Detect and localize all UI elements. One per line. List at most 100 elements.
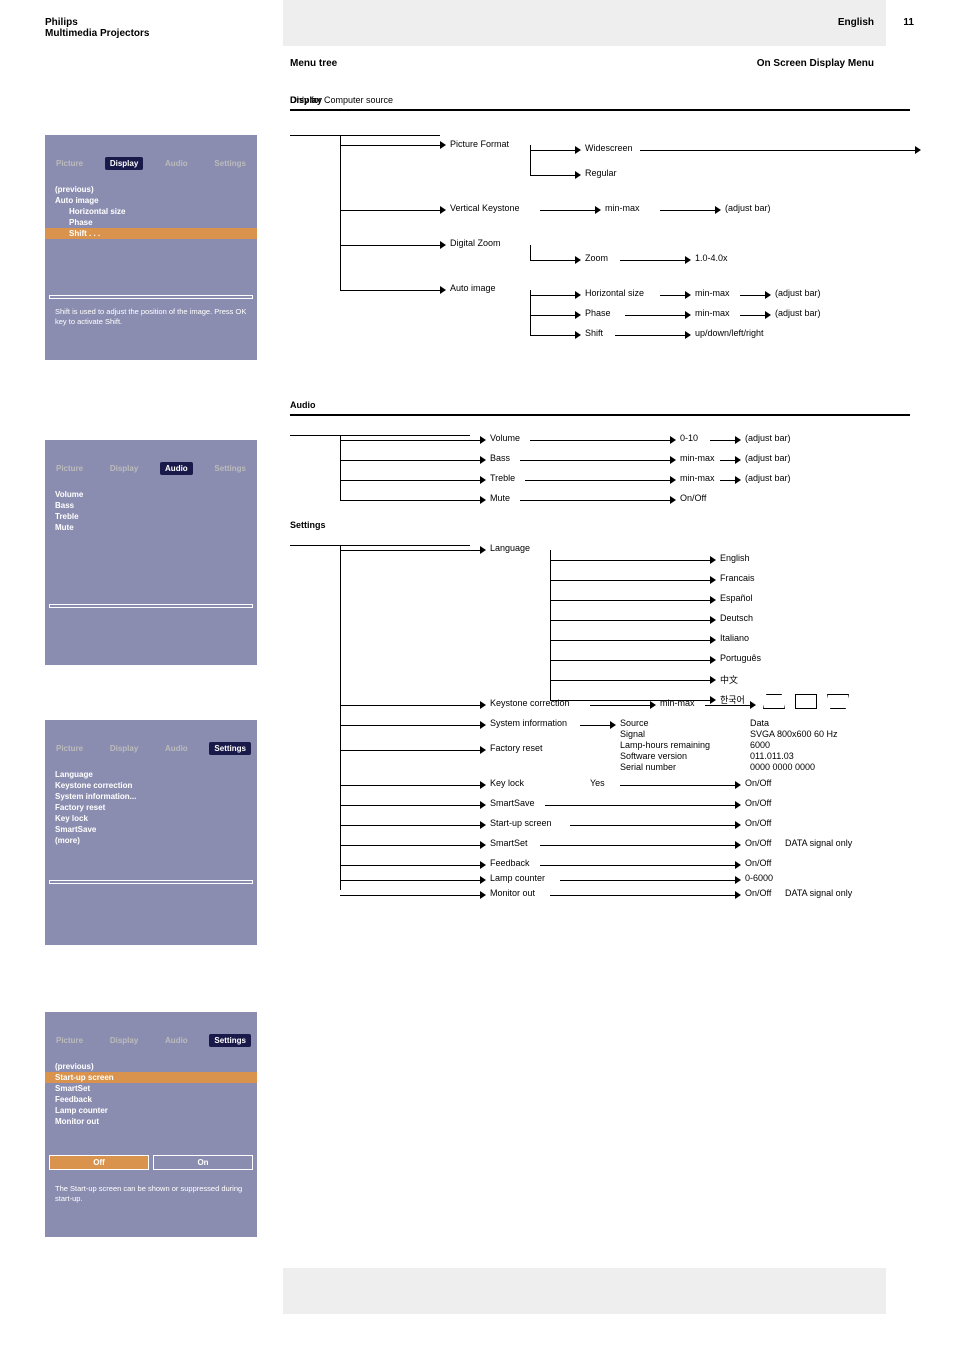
tree-option: Horizontal size bbox=[585, 288, 644, 298]
osd-option-row: Off On bbox=[45, 1155, 257, 1170]
osd-item[interactable]: Keystone correction bbox=[55, 780, 247, 791]
osd-item[interactable]: (more) bbox=[55, 835, 247, 846]
osd-item[interactable]: Factory reset bbox=[55, 802, 247, 813]
tree-option: (adjust bar) bbox=[775, 308, 821, 318]
tree-item: Volume bbox=[490, 433, 520, 443]
tree-item: Monitor out bbox=[490, 888, 535, 898]
section-title-right: On Screen Display Menu bbox=[757, 58, 874, 69]
page-number: 11 bbox=[903, 17, 914, 28]
tab-display[interactable]: Display bbox=[105, 742, 143, 755]
osd-item[interactable]: Phase bbox=[55, 217, 247, 228]
connector bbox=[290, 545, 470, 546]
tab-display[interactable]: Display bbox=[105, 462, 143, 475]
arrow-icon bbox=[670, 436, 676, 444]
osd-item[interactable]: Key lock bbox=[55, 813, 247, 824]
arrow-icon bbox=[480, 496, 486, 504]
osd-preview-settings1: Picture Display Audio Settings Language … bbox=[45, 720, 257, 945]
connector bbox=[340, 705, 480, 706]
option-off[interactable]: Off bbox=[49, 1155, 149, 1170]
tab-picture[interactable]: Picture bbox=[51, 1034, 88, 1047]
tab-display[interactable]: Display bbox=[105, 157, 143, 170]
osd-tab-row: Picture Display Audio Settings bbox=[45, 720, 257, 761]
connector bbox=[540, 845, 735, 846]
tab-audio[interactable]: Audio bbox=[160, 1034, 193, 1047]
connector bbox=[620, 260, 685, 261]
connector bbox=[340, 245, 440, 246]
osd-item[interactable]: SmartSave bbox=[55, 824, 247, 835]
arrow-icon bbox=[610, 721, 616, 729]
osd-item[interactable]: Lamp counter bbox=[55, 1105, 247, 1116]
arrow-icon bbox=[735, 801, 741, 809]
arrow-icon bbox=[440, 206, 446, 214]
connector bbox=[530, 260, 575, 261]
osd-item[interactable]: (previous) bbox=[55, 1061, 247, 1072]
osd-item[interactable]: Treble bbox=[55, 511, 247, 522]
tree-value: 0-6000 bbox=[745, 873, 773, 883]
arrow-icon bbox=[670, 476, 676, 484]
tree-value: On/Off bbox=[745, 888, 771, 898]
osd-item[interactable]: Volume bbox=[55, 489, 247, 500]
tree-value: On/Off bbox=[745, 778, 771, 788]
osd-item[interactable]: Language bbox=[55, 769, 247, 780]
osd-item-selected[interactable]: Shift . . . bbox=[45, 228, 257, 239]
connector bbox=[590, 705, 650, 706]
osd-item[interactable]: (previous) bbox=[55, 184, 247, 195]
tab-settings[interactable]: Settings bbox=[209, 157, 251, 170]
connector bbox=[550, 580, 710, 581]
option-on[interactable]: On bbox=[153, 1155, 253, 1170]
connector bbox=[520, 500, 670, 501]
connector bbox=[340, 135, 341, 290]
tab-audio[interactable]: Audio bbox=[160, 742, 193, 755]
osd-item-selected[interactable]: Start-up screen bbox=[45, 1072, 257, 1083]
tab-picture[interactable]: Picture bbox=[51, 742, 88, 755]
connector bbox=[550, 560, 710, 561]
tree-value: min-max bbox=[680, 473, 715, 483]
arrow-icon bbox=[480, 721, 486, 729]
connector bbox=[340, 895, 480, 896]
connector bbox=[340, 545, 341, 890]
tab-settings[interactable]: Settings bbox=[209, 1034, 251, 1047]
tree-option: Regular bbox=[585, 168, 617, 178]
osd-item[interactable]: System information... bbox=[55, 791, 247, 802]
tab-picture[interactable]: Picture bbox=[51, 157, 88, 170]
tree-value: On/Off bbox=[745, 858, 771, 868]
tab-picture[interactable]: Picture bbox=[51, 462, 88, 475]
header-right-block: English bbox=[838, 17, 874, 28]
osd-item[interactable]: Bass bbox=[55, 500, 247, 511]
arrow-icon bbox=[575, 311, 581, 319]
osd-item[interactable]: Auto image bbox=[55, 195, 247, 206]
osd-item[interactable]: Feedback bbox=[55, 1094, 247, 1105]
osd-hint-text: Shift is used to adjust the position of … bbox=[45, 305, 257, 329]
osd-item[interactable]: Horizontal size bbox=[55, 206, 247, 217]
tab-display[interactable]: Display bbox=[105, 1034, 143, 1047]
arrow-icon bbox=[765, 311, 771, 319]
tab-audio[interactable]: Audio bbox=[160, 157, 193, 170]
tree-root: Settings bbox=[290, 520, 326, 530]
arrow-icon bbox=[670, 456, 676, 464]
connector bbox=[530, 175, 575, 176]
brand: Philips bbox=[45, 17, 149, 28]
connector bbox=[550, 640, 710, 641]
tab-settings[interactable]: Settings bbox=[209, 742, 251, 755]
connector bbox=[660, 295, 685, 296]
osd-item[interactable]: Monitor out bbox=[55, 1116, 247, 1127]
tab-audio[interactable]: Audio bbox=[160, 462, 193, 475]
connector bbox=[540, 865, 735, 866]
tree-option: 中文 bbox=[720, 673, 738, 686]
connector bbox=[340, 805, 480, 806]
tab-settings[interactable]: Settings bbox=[209, 462, 251, 475]
osd-divider bbox=[49, 604, 253, 608]
tree-root: Audio bbox=[290, 400, 316, 410]
tree-item: Bass bbox=[490, 453, 510, 463]
tree-option: Português bbox=[720, 653, 761, 663]
connector bbox=[740, 295, 765, 296]
connector bbox=[530, 245, 531, 260]
tree-item: Mute bbox=[490, 493, 510, 503]
osd-preview-settings2: Picture Display Audio Settings (previous… bbox=[45, 1012, 257, 1237]
tree-option: Phase bbox=[585, 308, 611, 318]
arrow-icon bbox=[735, 781, 741, 789]
sysinfo-value: 0000 0000 0000 bbox=[750, 762, 815, 772]
osd-item[interactable]: Mute bbox=[55, 522, 247, 533]
osd-item[interactable]: SmartSet bbox=[55, 1083, 247, 1094]
arrow-icon bbox=[735, 456, 741, 464]
